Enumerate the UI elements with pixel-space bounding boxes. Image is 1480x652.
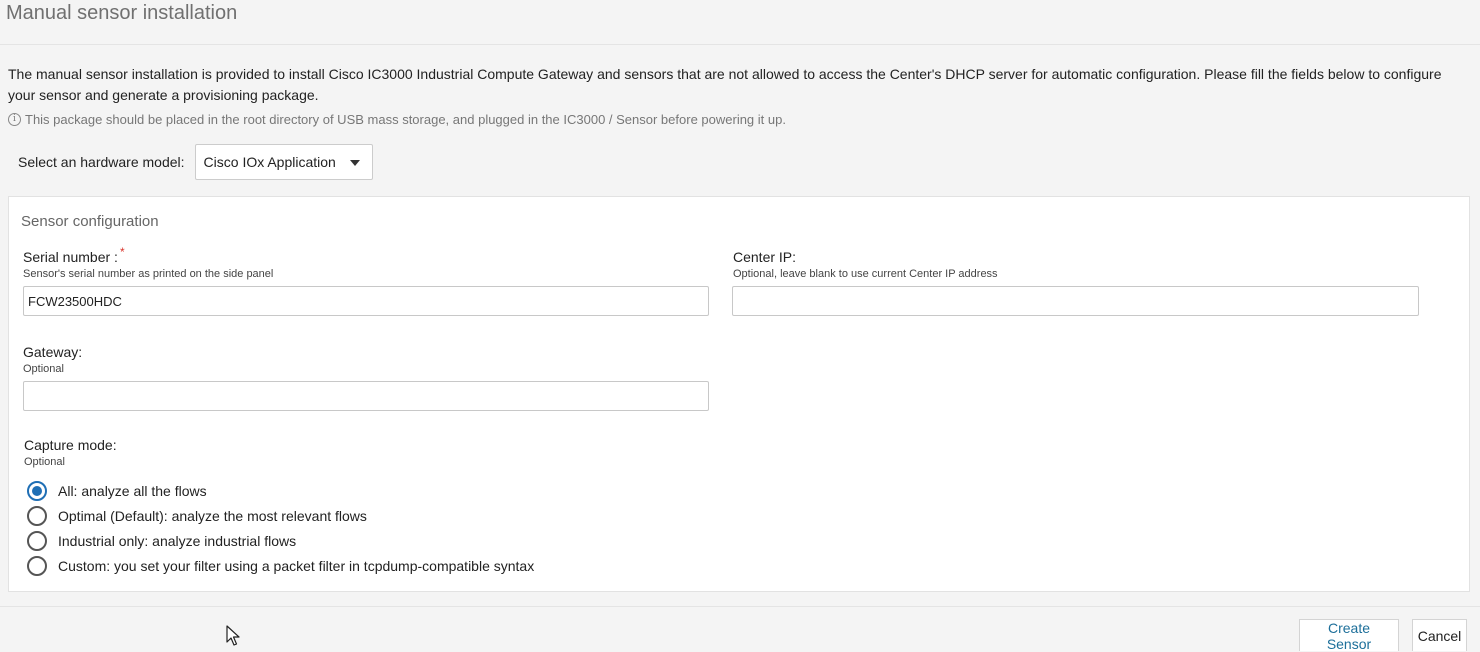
hardware-model-value: Cisco IOx Application	[203, 154, 336, 170]
sensor-configuration-title: Sensor configuration	[21, 213, 159, 230]
capture-mode-label: Capture mode:	[24, 437, 117, 453]
usb-note-text: This package should be placed in the roo…	[25, 112, 786, 127]
radio-unchecked-icon[interactable]	[27, 506, 47, 526]
center-ip-hint: Optional, leave blank to use current Cen…	[733, 268, 998, 280]
capture-mode-option-label: Industrial only: analyze industrial flow…	[58, 533, 297, 549]
caret-down-icon	[349, 160, 360, 166]
capture-mode-option-custom[interactable]: Custom: you set your filter using a pack…	[27, 556, 534, 576]
page-description: The manual sensor installation is provid…	[8, 66, 1442, 103]
page-title: Manual sensor installation	[6, 2, 238, 24]
usb-note: i This package should be placed in the r…	[8, 112, 786, 127]
center-ip-label: Center IP:	[733, 249, 797, 265]
capture-mode-hint: Optional	[24, 456, 65, 468]
info-icon: i	[8, 113, 21, 126]
hardware-model-row: Select an hardware model: Cisco IOx Appl…	[18, 144, 373, 180]
radio-unchecked-icon[interactable]	[27, 556, 47, 576]
gateway-label: Gateway:	[23, 344, 83, 360]
create-sensor-button[interactable]: Create Sensor	[1299, 619, 1399, 652]
footer-divider	[0, 606, 1480, 607]
radio-unchecked-icon[interactable]	[27, 531, 47, 551]
capture-mode-option-optimal[interactable]: Optimal (Default): analyze the most rele…	[27, 506, 367, 526]
gateway-hint: Optional	[23, 363, 64, 375]
sensor-configuration-panel: Sensor configuration Serial number : * Se…	[8, 196, 1470, 592]
center-ip-input[interactable]	[732, 286, 1419, 316]
gateway-input[interactable]	[23, 381, 709, 411]
capture-mode-option-label: Custom: you set your filter using a pack…	[58, 558, 535, 574]
serial-number-hint: Sensor's serial number as printed on the…	[23, 268, 274, 280]
title-divider	[0, 44, 1480, 45]
serial-number-label-text: Serial number :	[23, 249, 118, 265]
hardware-model-select[interactable]: Cisco IOx Application	[194, 144, 373, 180]
serial-number-input[interactable]	[23, 286, 709, 316]
hardware-model-label: Select an hardware model:	[18, 154, 185, 170]
capture-mode-option-label: All: analyze all the flows	[58, 483, 207, 499]
serial-number-label: Serial number : *	[23, 245, 125, 265]
capture-mode-option-all[interactable]: All: analyze all the flows	[27, 481, 207, 501]
capture-mode-option-industrial[interactable]: Industrial only: analyze industrial flow…	[27, 531, 296, 551]
capture-mode-option-label: Optimal (Default): analyze the most rele…	[58, 508, 367, 524]
required-mark: *	[119, 245, 125, 259]
cancel-button[interactable]: Cancel	[1412, 619, 1467, 651]
radio-checked-icon[interactable]	[27, 481, 47, 501]
mouse-cursor-icon	[226, 625, 240, 646]
